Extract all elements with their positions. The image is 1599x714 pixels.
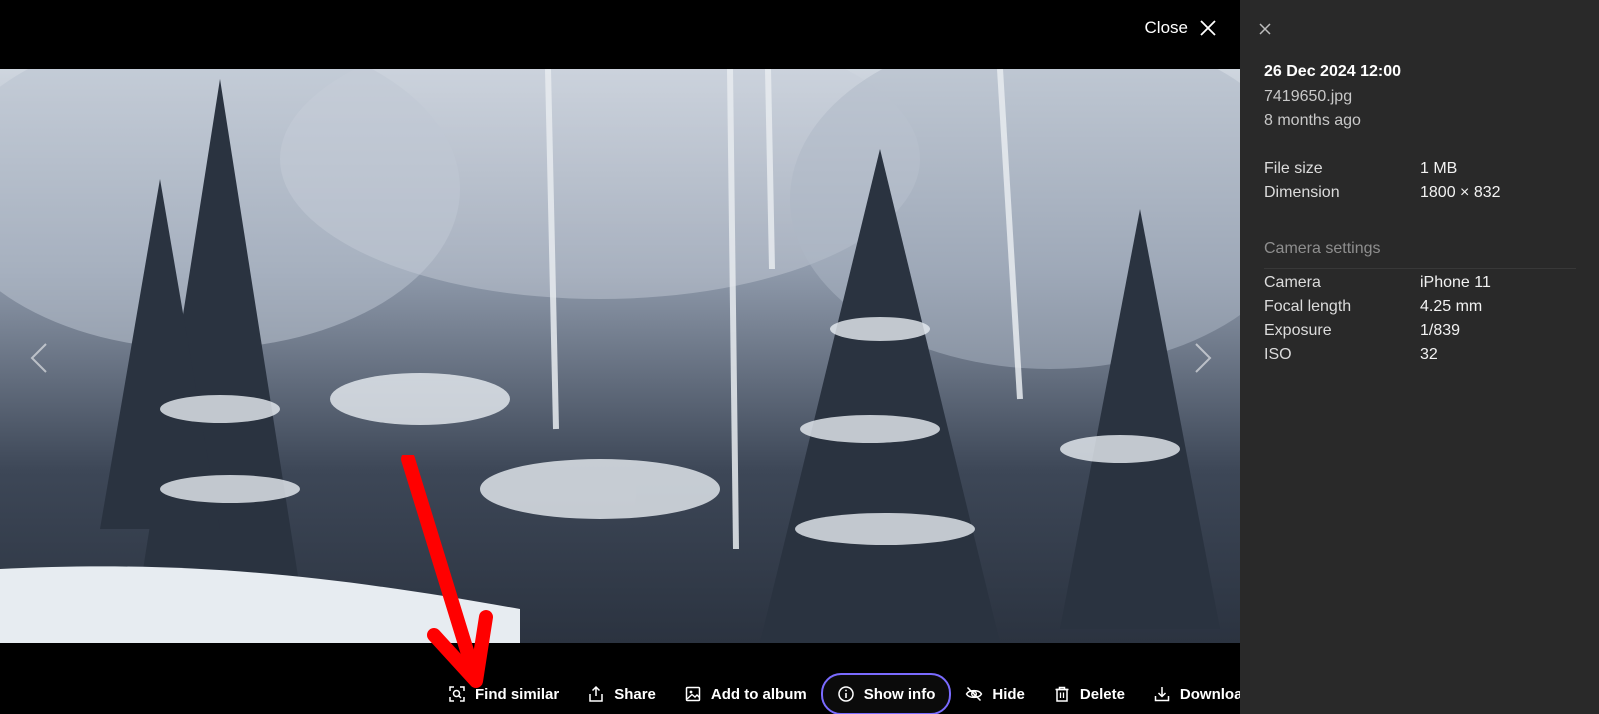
next-photo-arrow-icon[interactable]: [1190, 340, 1216, 376]
show-info-label: Show info: [863, 685, 936, 703]
iso-row: ISO 32: [1264, 346, 1584, 370]
file-size-row: File size 1 MB: [1264, 160, 1584, 184]
dimension-row: Dimension 1800 × 832: [1264, 184, 1584, 208]
share-label: Share: [614, 685, 656, 703]
snowy-forest-image: [0, 69, 1240, 643]
close-icon: [1200, 20, 1216, 36]
scan-search-icon: [449, 686, 465, 702]
eye-off-icon: [966, 686, 983, 702]
dimension-label: Dimension: [1264, 184, 1340, 201]
focal-length-value: 4.25 mm: [1420, 298, 1483, 315]
file-size-label: File size: [1264, 160, 1323, 177]
find-similar-button[interactable]: Find similar: [434, 674, 573, 714]
share-icon: [589, 685, 603, 702]
image-icon: [685, 686, 701, 702]
trash-icon: [1055, 686, 1069, 702]
exposure-value: 1/839: [1420, 322, 1461, 339]
viewer-toolbar: Find similar Share Add to album Show inf…: [434, 673, 1266, 714]
previous-photo-arrow-icon[interactable]: [26, 340, 52, 376]
info-icon: [837, 686, 854, 702]
exposure-label: Exposure: [1264, 322, 1332, 339]
photo-date: 26 Dec 2024 12:00: [1264, 63, 1401, 80]
iso-value: 32: [1420, 346, 1438, 363]
delete-label: Delete: [1079, 685, 1125, 703]
delete-button[interactable]: Delete: [1039, 674, 1139, 714]
focal-length-row: Focal length 4.25 mm: [1264, 298, 1584, 322]
dimension-value: 1800 × 832: [1420, 184, 1501, 201]
photo-image: [0, 69, 1240, 643]
find-similar-label: Find similar: [475, 685, 560, 703]
camera-value: iPhone 11: [1420, 274, 1491, 291]
hide-button[interactable]: Hide: [951, 674, 1039, 714]
photo-filename: 7419650.jpg: [1264, 88, 1353, 105]
hide-label: Hide: [992, 685, 1025, 703]
iso-label: ISO: [1264, 346, 1292, 363]
add-to-album-label: Add to album: [710, 685, 807, 703]
show-info-button[interactable]: Show info: [820, 673, 952, 714]
photo-viewer: Close Find similar Share Add to album Sh…: [0, 0, 1252, 714]
share-button[interactable]: Share: [573, 674, 670, 714]
add-to-album-button[interactable]: Add to album: [670, 674, 821, 714]
exposure-row: Exposure 1/839: [1264, 322, 1584, 346]
download-icon: [1154, 687, 1170, 702]
file-size-value: 1 MB: [1420, 160, 1458, 177]
close-label: Close: [1144, 18, 1188, 37]
close-viewer-button[interactable]: Close: [1145, 14, 1218, 42]
photo-relative-time: 8 months ago: [1264, 112, 1361, 129]
close-info-icon[interactable]: [1254, 18, 1276, 40]
camera-row: Camera iPhone 11: [1264, 274, 1584, 298]
camera-settings-heading: Camera settings: [1264, 240, 1576, 269]
focal-length-label: Focal length: [1264, 298, 1352, 315]
info-panel: 26 Dec 2024 12:00 7419650.jpg 8 months a…: [1240, 0, 1599, 714]
camera-label: Camera: [1264, 274, 1321, 291]
